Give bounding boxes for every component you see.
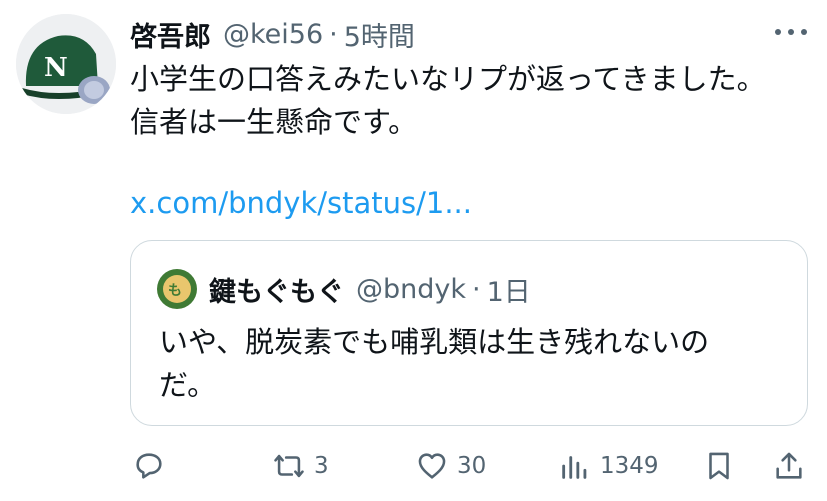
tweet-text: 小学生の口答えみたいなリプが返ってきました。 信者は一生懸命です。 (130, 58, 810, 144)
share-button[interactable] (772, 444, 806, 488)
retweet-icon (274, 454, 304, 478)
svg-text:も: も (168, 283, 182, 299)
dot (788, 29, 794, 35)
quote-display-name[interactable]: 鍵もぐもぐ (209, 270, 344, 309)
like-count: 30 (457, 453, 487, 479)
tweet-text-line: 信者は一生懸命です。 (130, 105, 418, 139)
quote-avatar[interactable]: も (157, 269, 197, 309)
mogu-avatar-icon: も (157, 269, 197, 309)
quote-timestamp[interactable]: 1日 (487, 270, 531, 309)
retweet-count: 3 (314, 453, 329, 479)
timestamp[interactable]: 5時間 (344, 15, 415, 54)
svg-text:N: N (44, 53, 68, 83)
avatar[interactable]: N (16, 14, 116, 114)
heart-icon (418, 453, 446, 479)
views-icon (562, 456, 587, 479)
quote-header: 鍵もぐもぐ @bndyk · 1日 (209, 269, 531, 309)
bookmark-icon (709, 452, 729, 480)
tweet-header: 啓吾郎 @kei56 · 5時間 (130, 14, 415, 54)
quote-separator: · (472, 273, 481, 305)
quote-text: いや、脱炭素でも哺乳類は生き残れないの だ。 (159, 321, 779, 407)
dot (801, 29, 807, 35)
tweet-link[interactable]: x.com/bndyk/status/1... (130, 182, 472, 225)
quote-text-line: だ。 (159, 368, 217, 402)
views-count: 1349 (600, 453, 659, 479)
share-icon (776, 452, 802, 479)
views-button[interactable]: 1349 (558, 444, 659, 488)
baseball-cap-icon: N (16, 14, 116, 114)
quote-text-line: いや、脱炭素でも哺乳類は生き残れないの (159, 325, 710, 359)
reply-icon (136, 453, 162, 479)
bookmark-button[interactable] (702, 444, 736, 488)
quote-handle[interactable]: @bndyk (356, 274, 466, 305)
action-bar: 3 30 1349 (130, 444, 810, 488)
quoted-tweet[interactable]: も 鍵もぐもぐ @bndyk · 1日 いや、脱炭素でも哺乳類は生き残れないの … (130, 240, 808, 426)
user-handle[interactable]: @kei56 (223, 19, 323, 50)
reply-button[interactable] (132, 444, 174, 488)
display-name[interactable]: 啓吾郎 (130, 15, 211, 54)
separator: · (329, 18, 338, 50)
more-options-icon[interactable] (775, 20, 807, 44)
tweet-text-line: 小学生の口答えみたいなリプが返ってきました。 (130, 62, 766, 96)
like-button[interactable]: 30 (415, 444, 486, 488)
retweet-button[interactable]: 3 (272, 444, 329, 488)
dot (775, 29, 781, 35)
